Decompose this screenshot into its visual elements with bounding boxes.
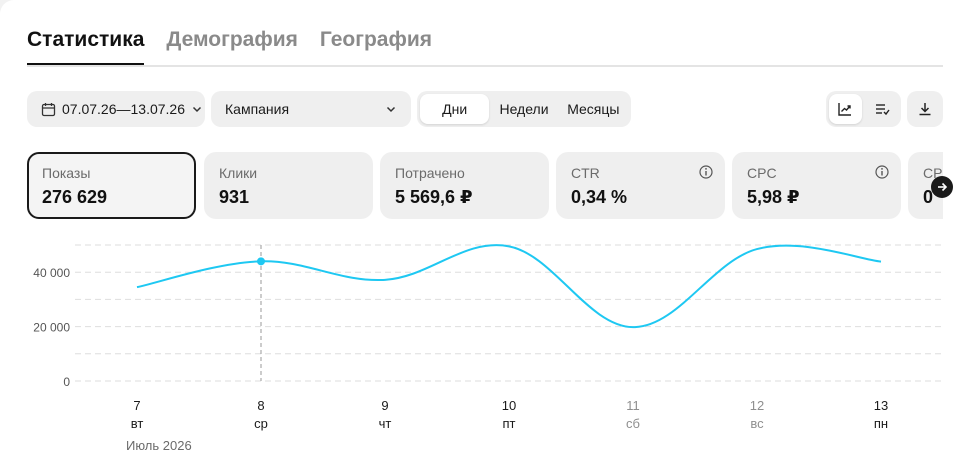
metric-cpc-card[interactable]: CPC 5,98 ₽ — [732, 152, 901, 219]
metric-value: 0,34 % — [571, 187, 628, 207]
period-months-button[interactable]: Месяцы — [559, 94, 628, 124]
x-tick-weekday: пт — [503, 416, 516, 431]
line-chart-icon — [837, 101, 853, 117]
series-line — [136, 244, 882, 329]
campaign-select-value: Кампания — [225, 101, 290, 117]
x-tick-weekday: вт — [131, 416, 144, 431]
x-tick-day: 12 — [750, 398, 764, 413]
date-range-value: 07.07.26—13.07.26 — [62, 101, 185, 117]
tab-geography[interactable]: География — [320, 28, 432, 66]
metric-impressions-card[interactable]: Показы 276 629 — [27, 152, 196, 219]
period-days-button[interactable]: Дни — [420, 94, 490, 124]
metric-label: Показы — [42, 165, 91, 181]
y-tick-label: 20 000 — [33, 321, 70, 335]
chevron-down-icon — [191, 103, 203, 115]
scroll-right-button[interactable] — [931, 176, 953, 198]
tab-demography[interactable]: Демография — [166, 28, 298, 66]
view-switcher — [826, 91, 901, 127]
metric-label: CTR — [571, 165, 600, 181]
x-tick-weekday: пн — [874, 416, 888, 431]
table-settings-icon — [874, 101, 890, 117]
download-icon — [918, 102, 932, 116]
period-switcher: Дни Недели Месяцы — [417, 91, 631, 127]
metric-clicks-card[interactable]: Клики 931 — [204, 152, 373, 219]
info-icon[interactable] — [875, 165, 889, 179]
table-view-button[interactable] — [866, 94, 899, 124]
download-button[interactable] — [907, 91, 943, 127]
x-tick-weekday: сб — [626, 416, 640, 431]
x-tick-day: 8 — [257, 398, 264, 413]
x-tick-day: 9 — [381, 398, 388, 413]
data-point-marker[interactable] — [257, 257, 265, 266]
x-tick-weekday: вс — [750, 416, 764, 431]
y-tick-label: 40 000 — [33, 266, 70, 280]
metric-value: 276 629 — [42, 187, 108, 207]
period-weeks-button[interactable]: Недели — [491, 94, 556, 124]
impressions-chart[interactable]: 0 20 000 40 000 7 вт 8 ср 9 чт 10 пт 11 сб 12 вс 13 пн Ию… — [0, 235, 963, 465]
metric-label: Клики — [219, 165, 258, 181]
tab-statistics[interactable]: Статистика — [27, 28, 145, 66]
info-icon[interactable] — [699, 165, 713, 179]
statistics-panel: Статистика Демография География 07.07.26… — [0, 0, 963, 465]
chevron-down-icon — [385, 103, 397, 115]
chart-view-button[interactable] — [829, 94, 862, 124]
metric-label: Потрачено — [395, 165, 465, 181]
x-tick-day: 13 — [874, 398, 888, 413]
metric-ctr-card[interactable]: CTR 0,34 % — [556, 152, 725, 219]
tabs: Статистика Демография География — [27, 28, 432, 66]
arrow-right-icon — [936, 181, 948, 193]
x-tick-day: 10 — [502, 398, 516, 413]
metric-value: 5 569,6 ₽ — [395, 187, 473, 207]
x-tick-weekday: ср — [254, 416, 268, 431]
campaign-select[interactable]: Кампания — [211, 91, 411, 127]
metric-value: 931 — [219, 187, 250, 207]
x-axis-month-label: Июль 2026 — [126, 438, 192, 453]
x-tick-day: 7 — [133, 398, 140, 413]
calendar-icon — [41, 102, 56, 117]
x-tick-day: 11 — [626, 398, 640, 413]
metrics-row: Показы 276 629 Клики 931 Потрачено 5 569… — [27, 152, 943, 220]
y-tick-label: 0 — [63, 375, 70, 389]
tabs-divider — [27, 65, 943, 67]
metric-label: CPC — [747, 165, 777, 181]
metric-spent-card[interactable]: Потрачено 5 569,6 ₽ — [380, 152, 549, 219]
metric-value: 5,98 ₽ — [747, 187, 800, 207]
date-range-picker[interactable]: 07.07.26—13.07.26 — [27, 91, 205, 127]
x-tick-weekday: чт — [379, 416, 392, 431]
